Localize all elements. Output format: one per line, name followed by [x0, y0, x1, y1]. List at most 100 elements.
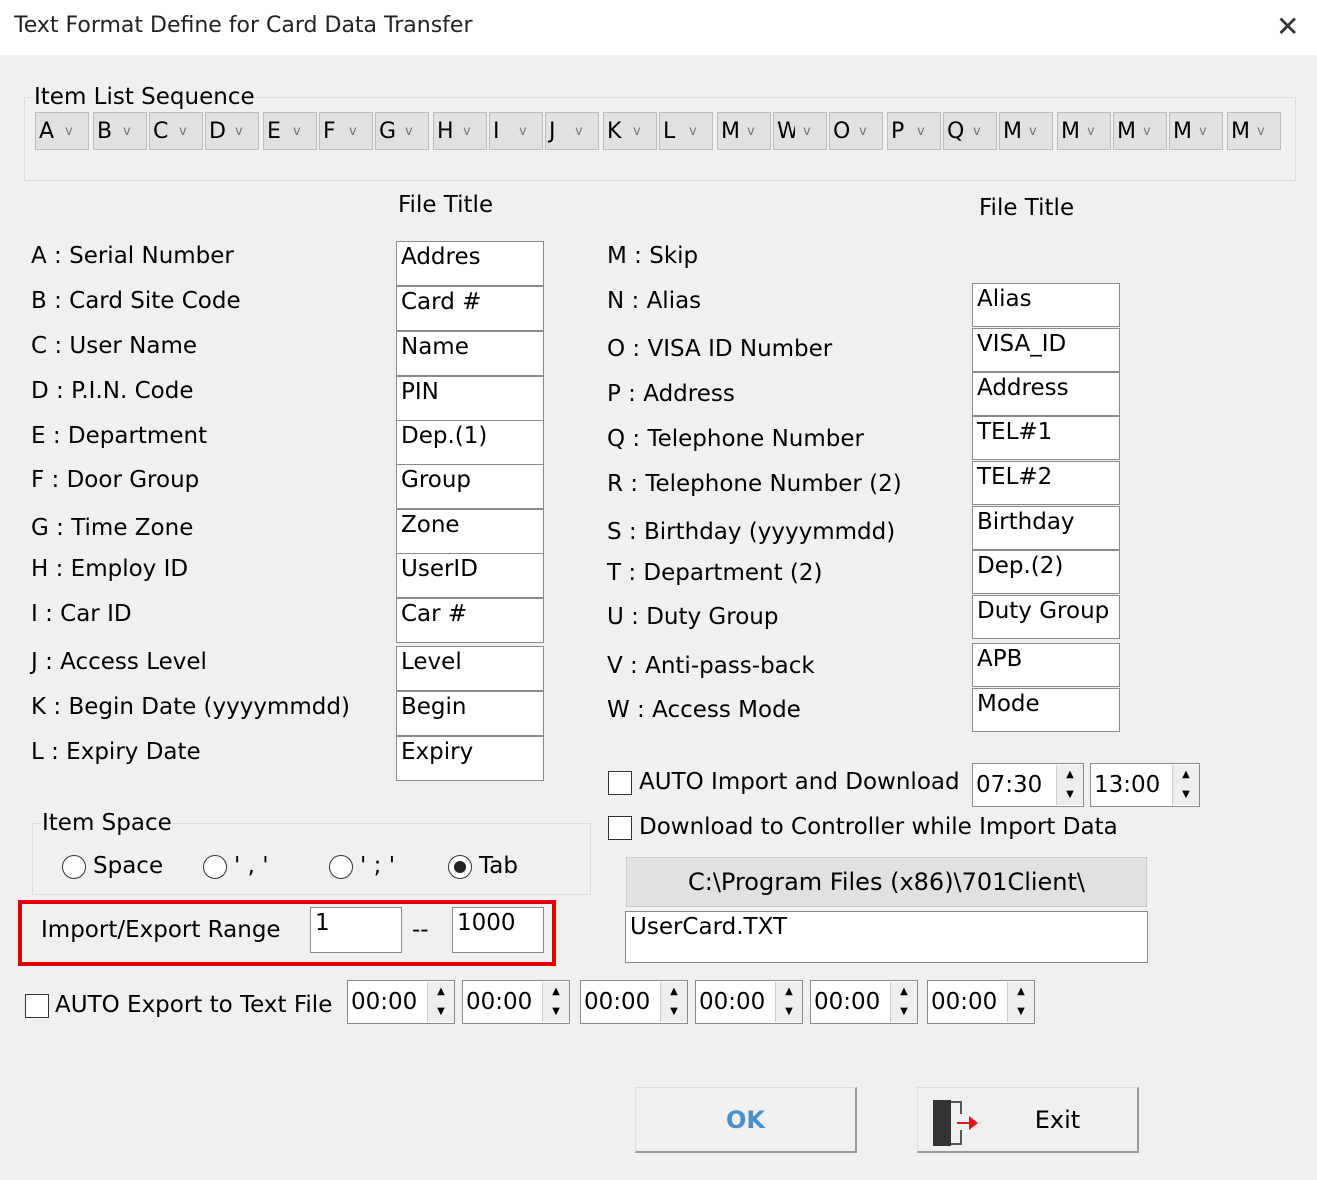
sequence-dropdown[interactable]: Qv: [943, 112, 997, 150]
field-label: U : Duty Group: [607, 604, 779, 630]
ok-button[interactable]: OK: [635, 1087, 857, 1153]
sequence-dropdown[interactable]: Kv: [603, 112, 657, 150]
auto-export-time-spinner[interactable]: 00:00 ▲ ▼: [927, 980, 1035, 1024]
field-label: L : Expiry Date: [31, 739, 201, 765]
spin-up-icon[interactable]: ▲: [1008, 982, 1034, 1002]
sequence-value: M: [1231, 118, 1249, 144]
spin-down-icon[interactable]: ▼: [1008, 1002, 1034, 1022]
sequence-dropdown[interactable]: Av: [35, 112, 89, 150]
sequence-value: P: [891, 118, 905, 144]
sequence-dropdown[interactable]: Mv: [1057, 112, 1111, 150]
auto-export-time-spinner[interactable]: 00:00 ▲ ▼: [462, 980, 570, 1024]
sequence-dropdown[interactable]: Bv: [93, 112, 147, 150]
file-title-input[interactable]: Expiry: [396, 736, 544, 781]
file-title-input[interactable]: Alias: [972, 283, 1120, 327]
file-title-input[interactable]: Address: [972, 372, 1120, 416]
spin-up-icon[interactable]: ▲: [776, 982, 802, 1002]
file-title-input[interactable]: PIN: [396, 376, 544, 421]
file-title-input[interactable]: Birthday: [972, 506, 1120, 550]
time-value: 00:00: [814, 989, 881, 1015]
sequence-dropdown[interactable]: Mv: [1113, 112, 1167, 150]
chevron-down-icon: v: [689, 123, 697, 139]
item-space-radio[interactable]: [203, 855, 227, 879]
spin-up-icon[interactable]: ▲: [1173, 765, 1199, 785]
file-title-input[interactable]: TEL#2: [972, 461, 1120, 505]
file-title-input[interactable]: APB: [972, 643, 1120, 687]
file-title-input[interactable]: Addres: [396, 241, 544, 286]
auto-import-time2-spinner[interactable]: 13:00 ▲ ▼: [1090, 763, 1200, 807]
auto-import-time1-spinner[interactable]: 07:30 ▲ ▼: [972, 763, 1084, 807]
sequence-dropdown[interactable]: Mv: [1227, 112, 1281, 150]
sequence-value: I: [493, 118, 500, 144]
file-title-input[interactable]: Begin: [396, 691, 544, 736]
auto-export-time-spinner[interactable]: 00:00 ▲ ▼: [580, 980, 688, 1024]
file-title-input[interactable]: Level: [396, 646, 544, 691]
auto-export-time-spinner[interactable]: 00:00 ▲ ▼: [347, 980, 455, 1024]
sequence-dropdown[interactable]: Fv: [319, 112, 373, 150]
sequence-value: M: [1003, 118, 1021, 144]
sequence-dropdown[interactable]: Iv: [489, 112, 543, 150]
sequence-dropdown[interactable]: Gv: [375, 112, 429, 150]
sequence-dropdown[interactable]: Cv: [149, 112, 203, 150]
sequence-dropdown[interactable]: Ev: [263, 112, 317, 150]
sequence-dropdown[interactable]: Mv: [717, 112, 771, 150]
item-space-label: Item Space: [42, 810, 172, 836]
close-icon[interactable]: ✕: [1276, 10, 1299, 43]
file-title-input[interactable]: UserID: [396, 553, 544, 598]
spin-up-icon[interactable]: ▲: [661, 982, 687, 1002]
sequence-dropdown[interactable]: Pv: [887, 112, 941, 150]
file-title-input[interactable]: Car #: [396, 598, 544, 643]
file-title-input[interactable]: Mode: [972, 688, 1120, 732]
file-title-input[interactable]: Name: [396, 331, 544, 376]
field-label: O : VISA ID Number: [607, 336, 833, 362]
file-title-input[interactable]: Zone: [396, 509, 544, 554]
spin-up-icon[interactable]: ▲: [428, 982, 454, 1002]
field-label: V : Anti-pass-back: [607, 653, 815, 679]
exit-button[interactable]: Exit: [917, 1087, 1139, 1153]
field-label: B : Card Site Code: [31, 288, 241, 314]
spin-down-icon[interactable]: ▼: [891, 1002, 917, 1022]
spin-down-icon[interactable]: ▼: [776, 1002, 802, 1022]
auto-export-time-spinner[interactable]: 00:00 ▲ ▼: [810, 980, 918, 1024]
sequence-dropdown[interactable]: Mv: [999, 112, 1053, 150]
sequence-value: M: [721, 118, 739, 144]
item-space-radio[interactable]: [62, 855, 86, 879]
spin-down-icon[interactable]: ▼: [428, 1002, 454, 1022]
sequence-dropdown[interactable]: Dv: [205, 112, 259, 150]
spin-up-icon[interactable]: ▲: [543, 982, 569, 1002]
field-label: E : Department: [31, 423, 208, 449]
auto-import-checkbox[interactable]: [608, 771, 632, 795]
sequence-value: K: [607, 118, 622, 144]
spin-down-icon[interactable]: ▼: [661, 1002, 687, 1022]
spin-down-icon[interactable]: ▼: [543, 1002, 569, 1022]
sequence-dropdown[interactable]: Wv: [773, 112, 827, 150]
file-title-input[interactable]: Group: [396, 464, 544, 509]
sequence-value: B: [97, 118, 113, 144]
spin-down-icon[interactable]: ▼: [1057, 785, 1083, 805]
range-from-input[interactable]: 1: [310, 907, 402, 953]
sequence-dropdown[interactable]: Mv: [1169, 112, 1223, 150]
file-title-input[interactable]: Dep.(2): [972, 550, 1120, 594]
file-title-input[interactable]: Card #: [396, 286, 544, 331]
item-space-radio[interactable]: [329, 855, 353, 879]
auto-export-time-spinner[interactable]: 00:00 ▲ ▼: [695, 980, 803, 1024]
file-title-input[interactable]: VISA_ID: [972, 328, 1120, 372]
path-button[interactable]: C:\Program Files (x86)\701Client\: [626, 857, 1147, 907]
file-name-input[interactable]: UserCard.TXT: [625, 911, 1148, 963]
sequence-dropdown[interactable]: Lv: [659, 112, 713, 150]
field-label: I : Car ID: [31, 601, 132, 627]
range-to-input[interactable]: 1000: [452, 907, 544, 953]
file-title-input[interactable]: Duty Group: [972, 595, 1120, 639]
download-controller-checkbox[interactable]: [608, 816, 632, 840]
field-label: N : Alias: [607, 288, 702, 314]
spin-up-icon[interactable]: ▲: [891, 982, 917, 1002]
sequence-dropdown[interactable]: Ov: [829, 112, 883, 150]
sequence-dropdown[interactable]: Hv: [433, 112, 487, 150]
spin-up-icon[interactable]: ▲: [1057, 765, 1083, 785]
file-title-input[interactable]: TEL#1: [972, 416, 1120, 460]
sequence-dropdown[interactable]: Jv: [545, 112, 599, 150]
item-space-radio[interactable]: [448, 855, 472, 879]
spin-down-icon[interactable]: ▼: [1173, 785, 1199, 805]
auto-export-checkbox[interactable]: [25, 994, 49, 1018]
file-title-input[interactable]: Dep.(1): [396, 420, 544, 465]
